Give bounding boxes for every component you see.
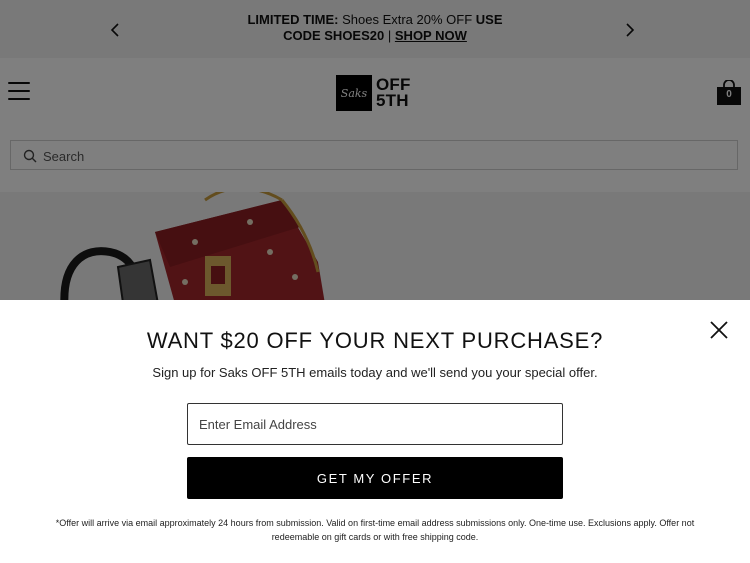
offer-disclaimer: *Offer will arrive via email approximate… xyxy=(55,518,695,542)
get-my-offer-button[interactable]: GET MY OFFER xyxy=(187,457,563,499)
email-field[interactable] xyxy=(197,404,551,444)
modal-title: WANT $20 OFF YOUR NEXT PURCHASE? xyxy=(146,328,604,353)
modal-subtitle: Sign up for Saks OFF 5TH emails today an… xyxy=(152,365,598,380)
email-signup-modal: WANT $20 OFF YOUR NEXT PURCHASE? Sign up… xyxy=(0,300,750,563)
email-field-wrapper[interactable] xyxy=(187,403,563,445)
modal-backdrop[interactable] xyxy=(0,0,750,300)
